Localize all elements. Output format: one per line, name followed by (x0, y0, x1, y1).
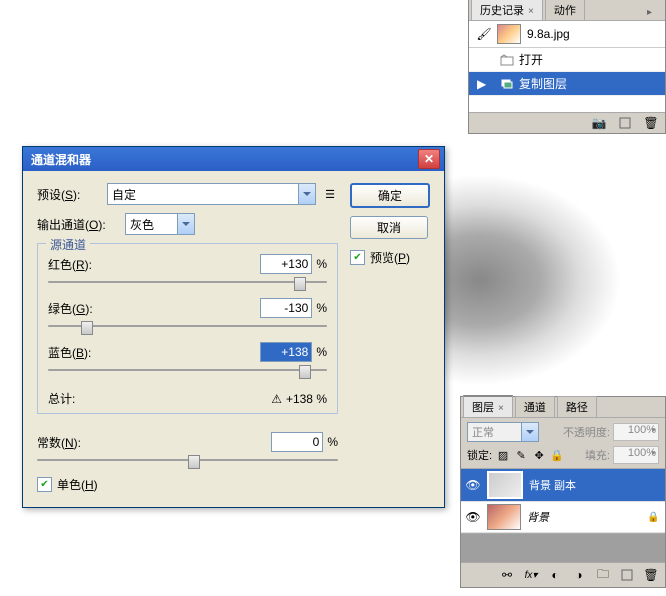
tab-actions[interactable]: 动作 (545, 0, 585, 20)
visibility-icon[interactable]: 👁 (465, 478, 481, 492)
new-state-icon[interactable] (617, 116, 633, 130)
mono-checkbox-row[interactable]: ✔ 单色(H) (37, 476, 338, 493)
open-icon (499, 53, 515, 67)
layers-tabs: 图层× 通道 路径 (461, 397, 665, 418)
dialog-title: 通道混和器 (27, 151, 418, 168)
slider-thumb[interactable] (294, 277, 306, 291)
preview-label: 预览(P) (370, 249, 410, 266)
mono-label: 单色(H) (57, 476, 98, 493)
layer-name: 背景 副本 (529, 477, 661, 493)
lock-all-icon[interactable]: 🔒 (550, 448, 564, 462)
slider-thumb[interactable] (188, 455, 200, 469)
lock-move-icon[interactable]: ✥ (532, 448, 546, 462)
blue-label: 蓝色(B): (48, 344, 91, 361)
chevron-down-icon (298, 184, 315, 204)
new-layer-icon[interactable] (619, 568, 635, 582)
history-footer: 📷 🗑 (469, 112, 665, 133)
lock-label: 锁定: (467, 447, 492, 463)
history-document[interactable]: 🖌 9.8a.jpg (469, 21, 665, 48)
constant-slider[interactable] (37, 454, 338, 468)
tab-close-icon[interactable]: × (498, 403, 504, 414)
preset-menu-icon[interactable]: ☰ (322, 186, 338, 202)
layer-icon (499, 77, 515, 91)
layer-thumb (487, 504, 521, 530)
cancel-button[interactable]: 取消 (350, 216, 428, 239)
dialog-titlebar[interactable]: 通道混和器 ✕ (23, 147, 444, 171)
preset-label: 预设(S): (37, 186, 107, 203)
slider-thumb[interactable] (299, 365, 311, 379)
preview-checkbox-row[interactable]: ✔ 预览(P) (350, 249, 430, 266)
lock-paint-icon[interactable]: ✎ (514, 448, 528, 462)
history-tabs: 历史记录× 动作 (469, 0, 665, 21)
red-input[interactable] (260, 254, 312, 274)
green-label: 绿色(G): (48, 300, 93, 317)
preview-checkbox[interactable]: ✔ (350, 250, 365, 265)
chevron-down-icon (521, 423, 538, 441)
blue-slider[interactable] (48, 364, 327, 378)
preset-combo[interactable]: 自定 (107, 183, 316, 205)
tab-history[interactable]: 历史记录× (471, 0, 543, 20)
green-input[interactable] (260, 298, 312, 318)
brush-icon: 🖌 (475, 27, 493, 41)
opacity-input[interactable]: 100% (613, 423, 659, 441)
tab-channels[interactable]: 通道 (515, 396, 555, 417)
trash-icon[interactable]: 🗑 (643, 568, 659, 582)
warning-icon: ⚠ (271, 392, 282, 406)
chevron-down-icon (177, 214, 194, 234)
output-combo[interactable]: 灰色 (125, 213, 195, 235)
document-thumb (497, 24, 521, 44)
link-icon[interactable]: ⚯ (499, 568, 515, 582)
slider-thumb[interactable] (81, 321, 93, 335)
tab-layers[interactable]: 图层× (463, 395, 513, 417)
layer-list: 👁 背景 副本 👁 背景 🔒 (461, 468, 665, 533)
mask-icon[interactable]: ◐ (547, 568, 563, 582)
opacity-label: 不透明度: (563, 424, 610, 440)
close-button[interactable]: ✕ (418, 149, 440, 169)
output-label: 输出通道(O): (37, 216, 125, 233)
constant-input[interactable] (271, 432, 323, 452)
ok-button[interactable]: 确定 (350, 183, 430, 208)
layers-panel: 图层× 通道 路径 正常 不透明度: 100% 锁定: ▨ ✎ ✥ 🔒 填充: … (460, 396, 666, 588)
layer-row[interactable]: 👁 背景 副本 (461, 469, 665, 502)
layer-thumb (487, 471, 523, 499)
green-slider[interactable] (48, 320, 327, 334)
layer-row[interactable]: 👁 背景 🔒 (461, 502, 665, 533)
fieldset-legend: 源通道 (46, 236, 90, 253)
lock-icon: 🔒 (647, 512, 661, 523)
layer-name: 背景 (527, 509, 647, 525)
snapshot-icon[interactable]: 📷 (591, 116, 607, 130)
source-channels-fieldset: 源通道 红色(R): % 绿色(G): % (37, 243, 338, 414)
constant-label: 常数(N): (37, 434, 81, 451)
fill-input[interactable]: 100% (613, 446, 659, 464)
history-panel: 历史记录× 动作 🖌 9.8a.jpg 打开 ▶ 复制图层 📷 🗑 (468, 0, 666, 134)
mono-checkbox[interactable]: ✔ (37, 477, 52, 492)
tab-close-icon[interactable]: × (528, 6, 534, 17)
fx-icon[interactable]: fx▾ (523, 568, 539, 582)
total-value: ⚠+138 % (271, 392, 327, 406)
history-item-duplicate[interactable]: ▶ 复制图层 (469, 72, 665, 96)
panel-menu-icon[interactable] (647, 4, 661, 14)
tab-paths[interactable]: 路径 (557, 396, 597, 417)
fill-label: 填充: (585, 447, 610, 463)
layers-footer: ⚯ fx▾ ◐ ◑ 🗀 🗑 (461, 562, 665, 587)
total-label: 总计: (48, 390, 75, 407)
channel-mixer-dialog: 通道混和器 ✕ 预设(S): 自定 ☰ 输出通道(O): 灰色 源通道 (22, 146, 445, 508)
blue-input[interactable] (260, 342, 312, 362)
history-item-open[interactable]: 打开 (469, 48, 665, 72)
red-label: 红色(R): (48, 256, 92, 273)
play-icon: ▶ (477, 77, 487, 91)
lock-transparency-icon[interactable]: ▨ (496, 448, 510, 462)
document-name: 9.8a.jpg (527, 27, 570, 41)
blend-mode-combo[interactable]: 正常 (467, 422, 539, 442)
red-slider[interactable] (48, 276, 327, 290)
adjustment-icon[interactable]: ◑ (571, 568, 587, 582)
trash-icon[interactable]: 🗑 (643, 116, 659, 130)
group-icon[interactable]: 🗀 (595, 568, 611, 582)
visibility-icon[interactable]: 👁 (465, 510, 481, 524)
